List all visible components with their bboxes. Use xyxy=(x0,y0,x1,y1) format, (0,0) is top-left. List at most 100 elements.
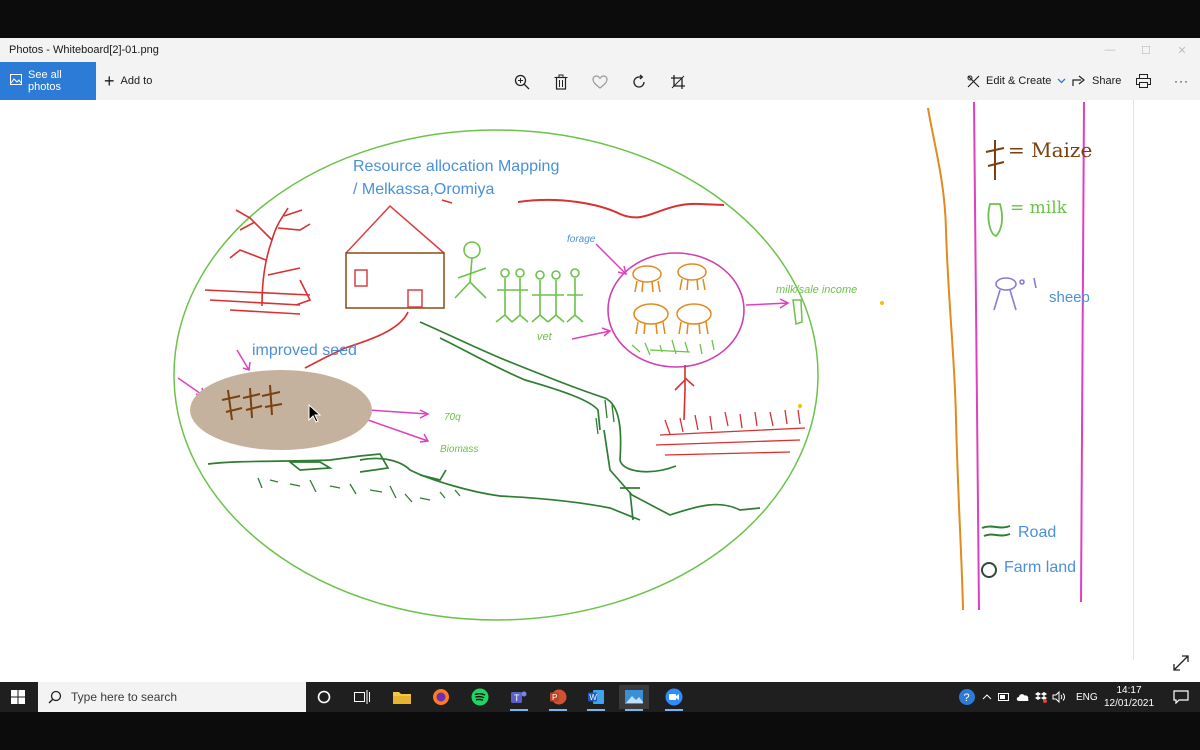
vet-label: vet xyxy=(537,331,552,343)
printer-icon xyxy=(1136,74,1151,88)
mouse-cursor xyxy=(308,404,322,423)
close-button[interactable]: ✕ xyxy=(1164,38,1200,62)
spotify-taskbar-button[interactable] xyxy=(465,685,495,709)
whiteboard-drawing xyxy=(173,101,1085,621)
rotate-button[interactable] xyxy=(628,71,650,93)
folder-icon xyxy=(393,692,411,704)
teams-taskbar-button[interactable]: T xyxy=(504,685,534,711)
forage-label: forage xyxy=(567,234,596,245)
legend-farmland-label: Farm land xyxy=(1004,559,1077,576)
legend-left-border xyxy=(973,101,980,611)
legend-sheep-label: sheep xyxy=(1049,289,1090,306)
fullscreen-icon[interactable] xyxy=(1172,654,1190,672)
windows-logo-icon xyxy=(11,690,25,704)
title-bar: Photos - Whiteboard[2]-01.png — ☐ ✕ xyxy=(0,38,1200,62)
trash-icon xyxy=(554,74,568,90)
zoom-icon xyxy=(514,74,530,90)
photos-toolbar: See all photos + Add to Edit & Create Sh… xyxy=(0,62,1200,100)
see-all-photos-button[interactable]: See all photos xyxy=(0,62,96,100)
map-title-line2: / Melkassa,Oromiya xyxy=(353,181,495,198)
more-options-button[interactable]: ··· xyxy=(1174,62,1189,100)
crop-icon xyxy=(671,75,685,89)
top-black-band xyxy=(0,0,1200,38)
legend-farmland-symbol xyxy=(981,562,997,578)
improved-seed-label: improved seed xyxy=(252,342,357,359)
notification-icon xyxy=(1173,690,1189,704)
windows-taskbar: Type here to search T P W ? ENG 14:17 12… xyxy=(0,682,1200,712)
photos-taskbar-button[interactable] xyxy=(619,685,649,711)
volume-icon[interactable] xyxy=(1052,691,1066,703)
legend-right-border xyxy=(1080,101,1085,603)
word-icon: W xyxy=(588,690,604,704)
clock-time: 14:17 xyxy=(1116,685,1142,696)
dropbox-icon[interactable] xyxy=(1035,691,1047,703)
chevron-down-icon xyxy=(1057,78,1066,84)
photo-canvas: Resource allocation Mapping / Melkassa,O… xyxy=(0,100,1200,682)
plus-icon: + xyxy=(104,70,115,91)
powerpoint-icon: P xyxy=(550,689,567,705)
window-title: Photos - Whiteboard[2]-01.png xyxy=(9,44,159,56)
print-button[interactable] xyxy=(1136,62,1157,100)
edit-create-label: Edit & Create xyxy=(986,75,1052,87)
improved-seed-field xyxy=(190,370,372,450)
file-explorer-taskbar-button[interactable] xyxy=(387,685,417,709)
zoom-app-icon xyxy=(665,688,683,706)
zoom-button[interactable] xyxy=(511,71,533,93)
house-sketch xyxy=(345,204,445,309)
yield-label: 70q xyxy=(444,412,461,423)
teams-icon: T xyxy=(511,691,527,703)
zoom-taskbar-button[interactable] xyxy=(659,685,689,711)
minimize-button[interactable]: — xyxy=(1092,38,1128,62)
map-title-line1: Resource allocation Mapping xyxy=(353,158,560,175)
legend-milk-symbol xyxy=(987,203,1003,238)
onedrive-cloud-icon[interactable] xyxy=(1016,692,1030,702)
legend-road-label: Road xyxy=(1018,524,1057,541)
maximize-button[interactable]: ☐ xyxy=(1128,38,1164,62)
cattle-sketch xyxy=(632,263,712,335)
legend-sheep-symbol xyxy=(993,277,1037,311)
livestock-ellipse xyxy=(607,252,745,368)
svg-text:T: T xyxy=(514,693,520,703)
farm-plot-red xyxy=(655,409,806,456)
legend-maize-label: = Maize xyxy=(1008,138,1093,162)
rotate-icon xyxy=(633,74,645,88)
milk-sale-income-label: milk/sale income xyxy=(776,284,858,296)
clock-date: 12/01/2021 xyxy=(1103,698,1155,709)
road-sketch-top xyxy=(517,198,725,219)
panel-divider xyxy=(1133,100,1134,660)
bottom-black-band xyxy=(0,712,1200,750)
notifications-button[interactable] xyxy=(1166,685,1196,709)
chevron-up-icon[interactable] xyxy=(982,693,992,701)
add-to-label: Add to xyxy=(120,75,153,87)
start-button[interactable] xyxy=(3,685,33,709)
battery-icon[interactable] xyxy=(998,692,1010,702)
language-indicator[interactable]: ENG xyxy=(1076,692,1098,703)
edit-create-button[interactable]: Edit & Create xyxy=(967,62,1066,100)
system-tray: ? ENG xyxy=(958,682,1098,712)
delete-button[interactable] xyxy=(550,71,572,93)
photos-app-icon xyxy=(625,690,643,704)
share-button[interactable]: Share xyxy=(1072,62,1121,100)
cortana-icon xyxy=(317,690,331,704)
svg-text:W: W xyxy=(589,693,597,702)
firefox-taskbar-button[interactable] xyxy=(426,685,456,709)
add-to-button[interactable]: + Add to xyxy=(104,62,152,100)
legend-orange-border xyxy=(927,107,964,611)
search-icon xyxy=(48,690,62,704)
see-all-photos-label: See all photos xyxy=(28,69,62,93)
search-placeholder: Type here to search xyxy=(71,690,178,704)
powerpoint-taskbar-button[interactable]: P xyxy=(543,685,573,711)
edit-create-icon xyxy=(967,75,980,87)
taskbar-search-box[interactable]: Type here to search xyxy=(38,682,306,712)
cortana-button[interactable] xyxy=(309,685,339,709)
legend-road-symbol xyxy=(981,525,1011,537)
task-view-button[interactable] xyxy=(347,685,377,709)
task-view-icon xyxy=(354,690,370,704)
crop-button[interactable] xyxy=(667,71,689,93)
favorite-button[interactable] xyxy=(589,71,611,93)
word-taskbar-button[interactable]: W xyxy=(581,685,611,711)
help-icon[interactable]: ? xyxy=(958,688,976,706)
svg-text:P: P xyxy=(552,693,557,702)
tree-sketch xyxy=(204,207,312,315)
taskbar-clock[interactable]: 14:17 12/01/2021 xyxy=(1098,684,1160,710)
